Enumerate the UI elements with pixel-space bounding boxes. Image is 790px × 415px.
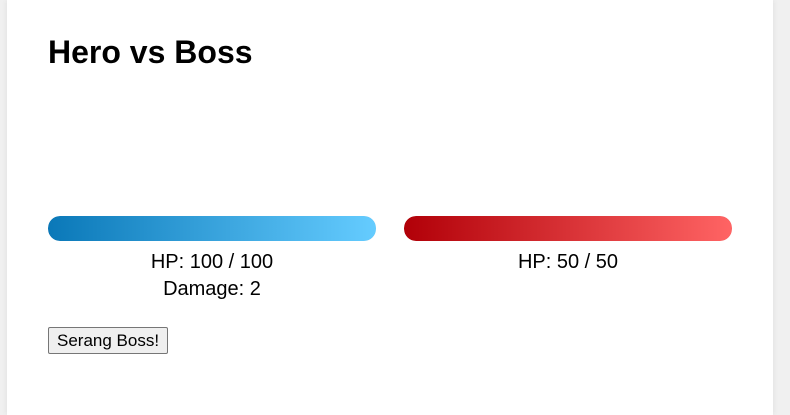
hero-hp-bar <box>48 216 376 241</box>
boss-hp-text: HP: 50 / 50 <box>517 251 619 273</box>
hero-panel: HP: 100 / 100 Damage: 2 <box>48 216 376 303</box>
hero-damage-text: Damage: 2 <box>163 278 261 300</box>
hero-hp-text: HP: 100 / 100 <box>150 251 274 273</box>
boss-hp-bar <box>404 216 732 241</box>
game-panel: Hero vs Boss HP: 100 / 100 Damage: 2 HP:… <box>7 0 773 415</box>
hero-hp-fill <box>48 216 376 241</box>
attack-boss-button[interactable]: Serang Boss! <box>48 327 169 354</box>
game-title: Hero vs Boss <box>48 34 253 70</box>
boss-hp-fill <box>404 216 732 241</box>
boss-panel: HP: 50 / 50 <box>404 216 732 276</box>
